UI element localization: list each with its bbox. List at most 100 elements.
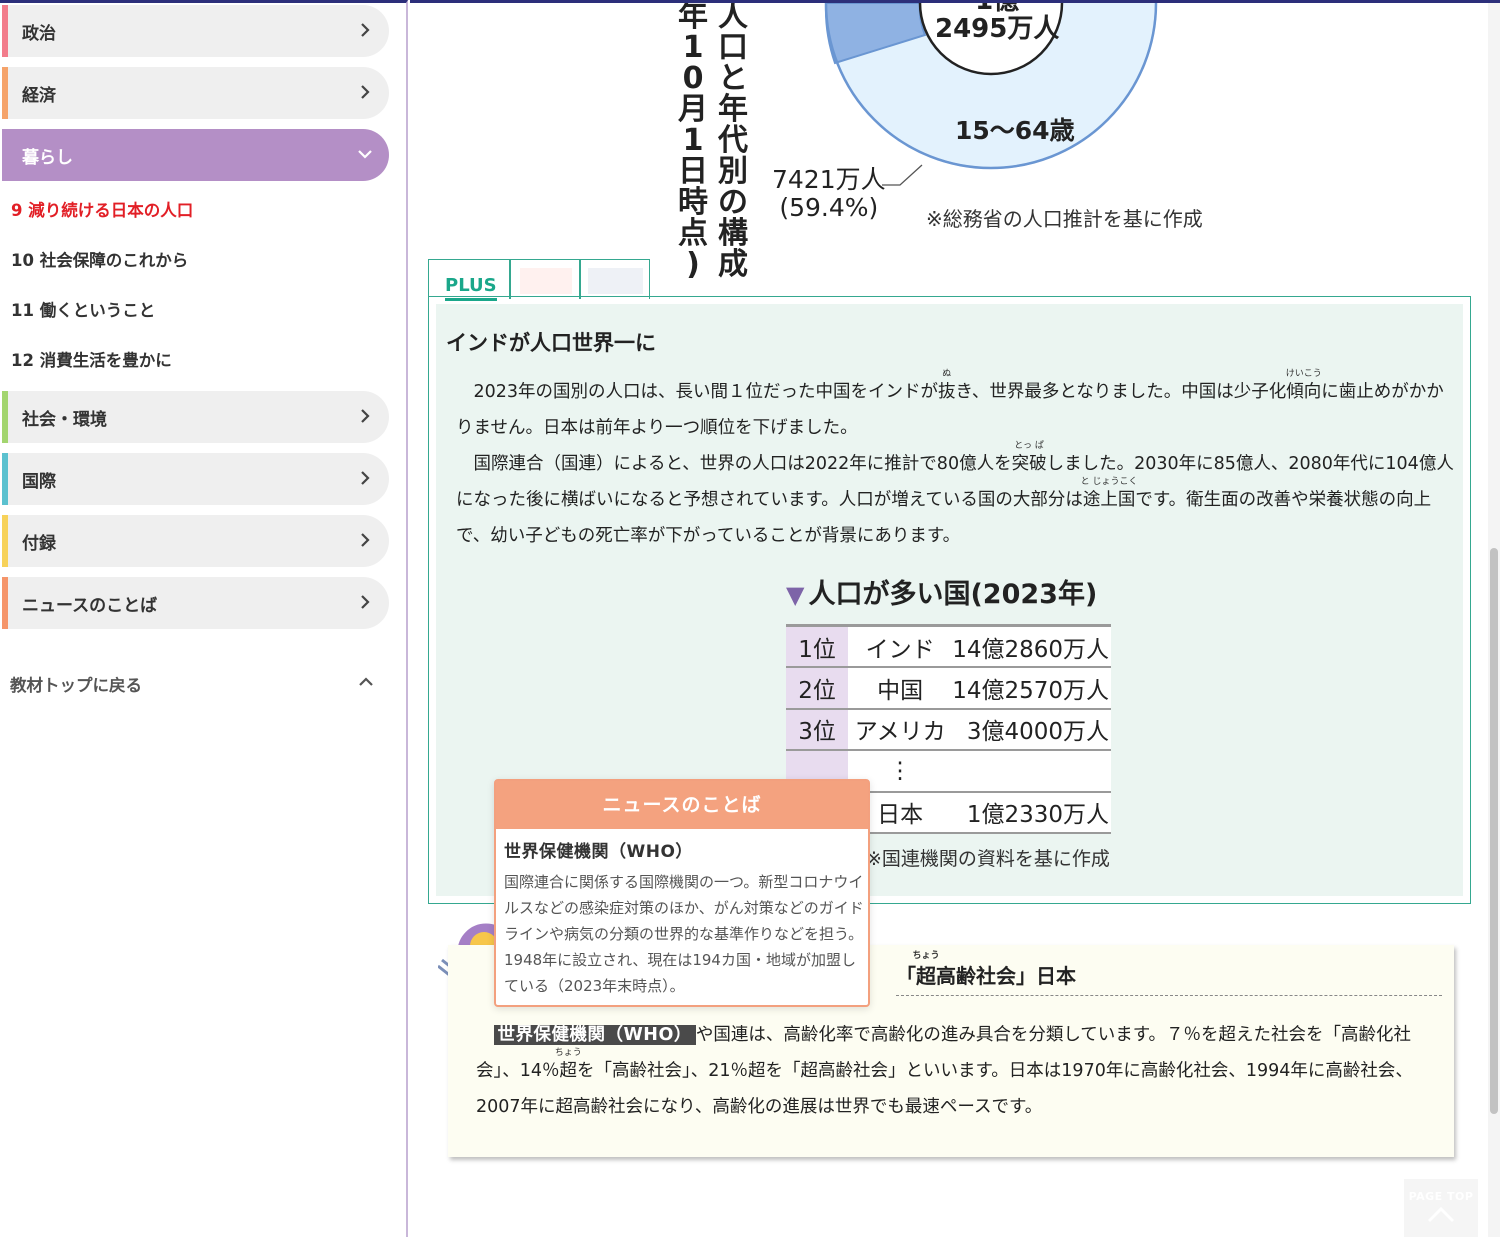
text-run: を「高齢社会」、21％超を「超高齢社会」といいます。日本は1970年に高齢化社会… [476, 1061, 1413, 1117]
tooltip-term: 世界保健機関（WHO） [504, 842, 693, 862]
ruby-word: ちょう超 [555, 1048, 582, 1081]
back-to-top-label: 教材トップに戻る [10, 676, 142, 695]
chevron-down-icon [358, 150, 372, 159]
chevron-up-icon [359, 677, 373, 686]
ruby-word: ちょう超 [912, 951, 939, 988]
scrollbar-thumb[interactable] [1490, 548, 1498, 1114]
figure-vertical-col1: 年 1 0 月 1 日 時 点 ) [678, 0, 708, 282]
ruby-base: 超 [916, 964, 936, 988]
main-content: 年 1 0 月 1 日 時 点 ) 人 口 と 年 代 別 の 構 成 1億 2… [410, 0, 1488, 1237]
ruby-word: けいこう 傾向 [1286, 369, 1322, 402]
rank-cell: 3位 [786, 708, 849, 751]
sidebar-item-society-environment[interactable]: 社会・環境 [2, 391, 389, 443]
news-word-tooltip: ニュースのことば 世界保健機関（WHO） 国際連合に関係する国際機関の一つ。新型… [494, 779, 870, 1007]
chevron-right-icon [361, 595, 370, 609]
figure-source-note: ※総務省の人口推計を基に作成 [926, 207, 1203, 231]
age-value-label: 7421万人 (59.4%) [772, 166, 886, 222]
population-cell: 14億2570万人 [952, 667, 1111, 710]
check-title: 「ちょう 超高齢社会」日本 [896, 951, 1076, 989]
plus-paragraph-2: 国際連合（国連）によると、世界の人口は2022年に推計で80億人を とっ ぱ突破し… [456, 441, 1456, 554]
population-cell [952, 750, 1111, 793]
donut-center-top: 1億 [975, 0, 1020, 16]
population-cell: 14億2860万人 [952, 624, 1111, 668]
ruby-word: とっ ぱ突破 [1011, 441, 1047, 474]
text-run: 2023年の国別の人口は、長い間１位だった中国をインドが [473, 382, 939, 402]
check-paragraph: 世界保健機関（WHO） や国連は、高齢化率で高齢化の進み具合を分類しています。７％… [476, 1017, 1436, 1125]
sidebar-item-label: 暮らし [22, 147, 73, 168]
sidebar-subitem-population[interactable]: 9 減り続ける日本の人口 [11, 197, 193, 221]
age-value: 7421万人 [772, 165, 886, 194]
sidebar-item-economy[interactable]: 経済 [2, 67, 389, 119]
ruby-reading: とっ ぱ [1014, 441, 1044, 451]
ranking-title-text: 人口が多い国(2023年) [808, 579, 1098, 610]
tab-second-placeholder [520, 268, 572, 294]
ruby-reading: けいこう [1285, 369, 1322, 379]
figure-vertical-title: 年 1 0 月 1 日 時 点 ) 人 口 と 年 代 別 の 構 成 [675, 3, 757, 280]
news-word-term-link[interactable]: 世界保健機関（WHO） [493, 1025, 696, 1045]
sidebar-subitem-social-security[interactable]: 10 社会保障のこれから [11, 247, 188, 271]
ruby-word: と じょうこく途上国 [1081, 477, 1138, 510]
check-divider [896, 995, 1442, 996]
text-run: 高齢社会」日本 [936, 964, 1076, 988]
sidebar: 政治 経済 暮らし 9 減り続ける日本の人口 10 社会保障のこれから 11 働… [0, 0, 408, 1237]
ranking-source-note: ※国連機関の資料を基に作成 [866, 848, 1110, 870]
ranking-title: ▼ 人口が多い国(2023年) [786, 572, 1097, 611]
tab-third[interactable] [580, 259, 650, 299]
ruby-base: 超 [559, 1061, 578, 1081]
ruby-word: ぬ抜 [938, 369, 956, 402]
text-run: 国際連合（国連）によると、世界の人口は2022年に推計で80億人を [473, 454, 1012, 474]
donut-center-label: 1億 2495万人 [935, 3, 1060, 44]
donut-center-value: 2495万人 [935, 14, 1060, 44]
rank-cell: 2位 [786, 667, 849, 710]
leader-line [882, 164, 923, 186]
ruby-base: 抜 [938, 382, 956, 402]
country-cell: アメリカ [848, 708, 953, 751]
triangle-down-icon: ▼ [786, 581, 805, 609]
chevron-right-icon [361, 23, 370, 37]
tab-third-placeholder [588, 268, 643, 294]
sidebar-item-label: 政治 [22, 23, 56, 44]
donut-age-label: 15〜64歳 [955, 116, 1075, 145]
country-cell: 中国 [848, 667, 953, 710]
rank-cell: 1位 [786, 624, 849, 668]
text-run: 「 [896, 964, 916, 988]
back-to-top-link[interactable]: 教材トップに戻る [10, 672, 380, 696]
sidebar-item-news-words[interactable]: ニュースのことば [2, 577, 389, 629]
table-row: 1位 インド 14億2860万人 [786, 624, 1111, 668]
tooltip-description: 国際連合に関係する国際機関の一つ。新型コロナウイルスなどの感染症対策のほか、がん… [504, 873, 864, 995]
chevron-right-icon [361, 471, 370, 485]
ruby-base: 傾向 [1286, 382, 1322, 402]
tab-plus[interactable]: PLUS [428, 259, 510, 301]
sidebar-subitem-consumption[interactable]: 12 消費生活を豊かに [11, 347, 172, 371]
sidebar-item-politics[interactable]: 政治 [2, 5, 389, 57]
population-cell: 3億4000万人 [952, 708, 1111, 751]
sidebar-item-label: 社会・環境 [22, 409, 107, 430]
table-row: 2位 中国 14億2570万人 [786, 667, 1111, 710]
sidebar-item-label: 付録 [22, 533, 56, 554]
sidebar-subitem-working[interactable]: 11 働くということ [11, 297, 155, 321]
sidebar-item-label: 国際 [22, 471, 56, 492]
plus-paragraph-1: 2023年の国別の人口は、長い間１位だった中国をインドがぬ抜き、世界最多となりま… [456, 369, 1456, 446]
ruby-reading: ぬ [942, 369, 952, 379]
ruby-base: 途上国 [1082, 490, 1136, 510]
sidebar-item-label: ニュースのことば [22, 595, 158, 616]
page-top-button[interactable]: PAGE TOP [1404, 1179, 1478, 1237]
text-run: き、世界最多となりました。中国は少子化 [955, 382, 1287, 402]
table-row: 3位 アメリカ 3億4000万人 [786, 708, 1111, 751]
tab-second[interactable] [510, 259, 580, 299]
country-cell: インド [848, 624, 953, 668]
population-cell: 1億2330万人 [952, 791, 1111, 834]
sidebar-item-label: 経済 [22, 85, 56, 106]
sidebar-item-international[interactable]: 国際 [2, 453, 389, 505]
ruby-base: 突破 [1011, 454, 1047, 474]
sidebar-item-appendix[interactable]: 付録 [2, 515, 389, 567]
sidebar-item-living[interactable]: 暮らし [2, 129, 389, 181]
figure-vertical-col2: 人 口 と 年 代 別 の 構 成 [718, 0, 748, 282]
ruby-reading: ちょう [554, 1048, 582, 1058]
chevron-right-icon [361, 533, 370, 547]
plus-title: インドが人口世界一に [446, 331, 656, 355]
chevron-right-icon [361, 85, 370, 99]
arrow-up-icon [1427, 1206, 1455, 1223]
ruby-reading: と じょうこく [1080, 477, 1138, 487]
age-percentage: (59.4%) [779, 193, 879, 222]
